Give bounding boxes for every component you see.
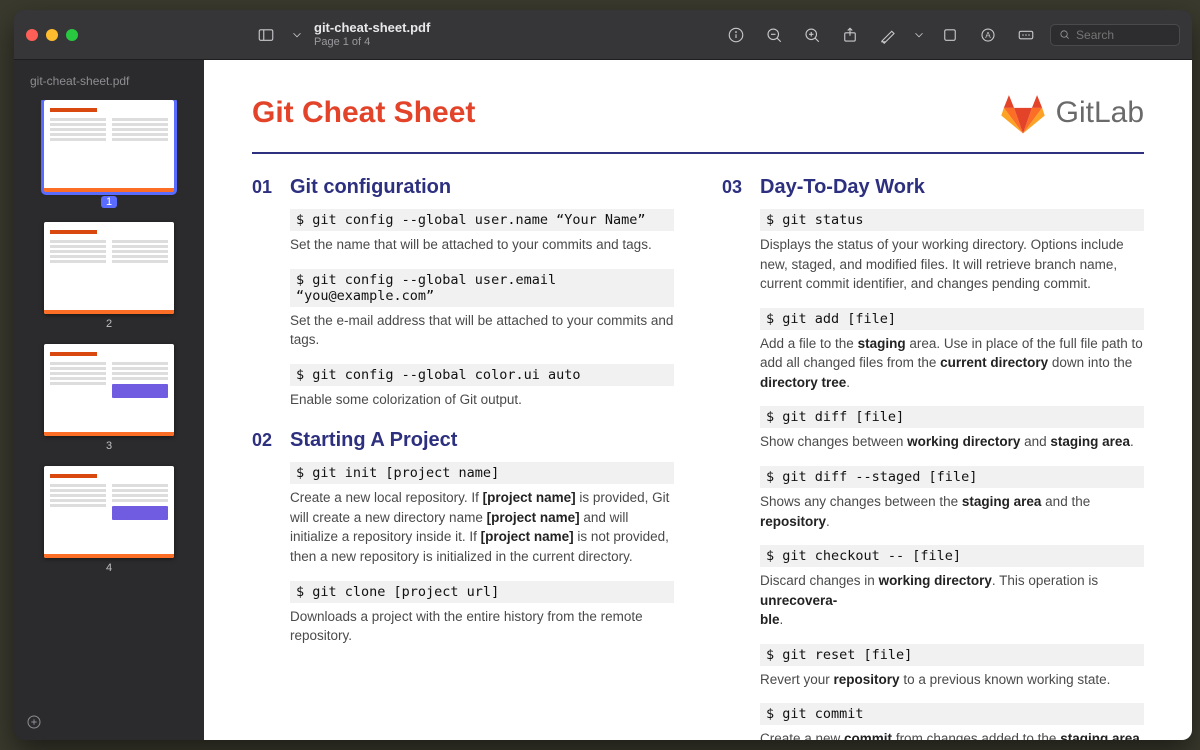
document-viewport[interactable]: Git Cheat Sheet GitLab <box>204 60 1192 740</box>
section-title: Starting A Project <box>290 429 457 452</box>
command-item: $ git commit Create a new commit from cha… <box>760 703 1144 740</box>
command-item: $ git checkout -- [file] Discard changes … <box>760 545 1144 630</box>
zoom-out-button[interactable] <box>760 21 788 49</box>
command-item: $ git config --global user.email “you@ex… <box>290 269 674 350</box>
share-button[interactable] <box>836 21 864 49</box>
command-code: $ git reset [file] <box>760 644 1144 666</box>
form-fill-button[interactable] <box>1012 21 1040 49</box>
maximize-window-button[interactable] <box>66 29 78 41</box>
document-filename: git-cheat-sheet.pdf <box>314 20 430 36</box>
thumbnail-label: 4 <box>106 562 112 574</box>
view-mode-dropdown[interactable] <box>290 21 304 49</box>
document-title-block: git-cheat-sheet.pdf Page 1 of 4 <box>314 20 430 49</box>
brand: GitLab <box>1000 90 1144 136</box>
command-description: Enable some colorization of Git output. <box>290 390 674 410</box>
search-field[interactable] <box>1050 24 1180 46</box>
section-number: 03 <box>722 177 748 198</box>
add-page-button[interactable] <box>24 712 44 732</box>
command-description: Set the name that will be attached to yo… <box>290 235 674 255</box>
markup-button[interactable] <box>874 21 902 49</box>
toolbar: git-cheat-sheet.pdf Page 1 of 4 A <box>14 10 1192 60</box>
thumbnail-page-1[interactable]: 1 <box>44 100 174 208</box>
section-03: 03 Day-To-Day Work $ git status Displays th… <box>722 176 1144 740</box>
command-code: $ git status <box>760 209 1144 231</box>
thumbnail-page-2[interactable]: 2 <box>44 222 174 330</box>
page-1: Git Cheat Sheet GitLab <box>204 60 1192 740</box>
search-input[interactable] <box>1076 28 1171 42</box>
content-columns: 01 Git configuration $ git config --global… <box>252 176 1144 740</box>
command-item: $ git clone [project url] Downloads a pro… <box>290 581 674 646</box>
svg-text:A: A <box>985 31 991 40</box>
search-icon <box>1059 28 1070 41</box>
section-number: 02 <box>252 430 278 451</box>
left-column: 01 Git configuration $ git config --global… <box>252 176 674 740</box>
section-01: 01 Git configuration $ git config --global… <box>252 176 674 409</box>
command-description: Downloads a project with the entire hist… <box>290 607 674 646</box>
command-description: Add a file to the staging area. Use in p… <box>760 334 1144 393</box>
command-code: $ git clone [project url] <box>290 581 674 603</box>
thumbnail-label: 2 <box>106 318 112 330</box>
brand-name: GitLab <box>1056 96 1144 130</box>
thumbnail-label: 1 <box>101 196 117 208</box>
section-02: 02 Starting A Project $ git init [project … <box>252 429 674 645</box>
command-code: $ git commit <box>760 703 1144 725</box>
command-item: $ git add [file] Add a file to the stagin… <box>760 308 1144 393</box>
app-window: git-cheat-sheet.pdf Page 1 of 4 A <box>14 10 1192 740</box>
command-item: $ git config --global color.ui auto Enabl… <box>290 364 674 410</box>
right-column: 03 Day-To-Day Work $ git status Displays th… <box>722 176 1144 740</box>
command-description: Show changes between working directory a… <box>760 432 1144 452</box>
page-indicator: Page 1 of 4 <box>314 36 430 49</box>
minimize-window-button[interactable] <box>46 29 58 41</box>
command-item: $ git reset [file] Revert your repository… <box>760 644 1144 690</box>
section-number: 01 <box>252 177 278 198</box>
command-code: $ git add [file] <box>760 308 1144 330</box>
markup-dropdown[interactable] <box>912 21 926 49</box>
section-title: Day-To-Day Work <box>760 176 925 199</box>
rotate-button[interactable] <box>936 21 964 49</box>
section-title: Git configuration <box>290 176 451 199</box>
command-description: Displays the status of your working dire… <box>760 235 1144 294</box>
sidebar-toggle-button[interactable] <box>252 21 280 49</box>
command-item: $ git init [project name] Create a new lo… <box>290 462 674 566</box>
command-code: $ git checkout -- [file] <box>760 545 1144 567</box>
gitlab-logo-icon <box>1000 90 1046 136</box>
command-code: $ git diff [file] <box>760 406 1144 428</box>
main-body: git-cheat-sheet.pdf 1 2 3 4 Git Cheat Sheet <box>14 60 1192 740</box>
command-code: $ git init [project name] <box>290 462 674 484</box>
command-item: $ git config --global user.name “Your Na… <box>290 209 674 255</box>
close-window-button[interactable] <box>26 29 38 41</box>
thumbnail-label: 3 <box>106 440 112 452</box>
command-code: $ git diff --staged [file] <box>760 466 1144 488</box>
command-item: $ git diff --staged [file] Shows any chan… <box>760 466 1144 531</box>
command-code: $ git config --global color.ui auto <box>290 364 674 386</box>
thumbnail-list: 1 2 3 4 <box>26 100 192 574</box>
command-description: Revert your repository to a previous kno… <box>760 670 1144 690</box>
command-description: Shows any changes between the staging ar… <box>760 492 1144 531</box>
command-code: $ git config --global user.email “you@ex… <box>290 269 674 307</box>
command-description: Discard changes in working directory. Th… <box>760 571 1144 630</box>
zoom-in-button[interactable] <box>798 21 826 49</box>
highlight-button[interactable]: A <box>974 21 1002 49</box>
thumbnail-page-3[interactable]: 3 <box>44 344 174 452</box>
thumbnail-page-4[interactable]: 4 <box>44 466 174 574</box>
page-header: Git Cheat Sheet GitLab <box>252 90 1144 154</box>
command-item: $ git diff [file] Show changes between wo… <box>760 406 1144 452</box>
window-controls <box>26 29 78 41</box>
command-description: Create a new commit from changes added t… <box>760 729 1144 740</box>
command-description: Create a new local repository. If [proje… <box>290 488 674 566</box>
thumbnail-sidebar: git-cheat-sheet.pdf 1 2 3 4 <box>14 60 204 740</box>
sidebar-filename: git-cheat-sheet.pdf <box>26 74 192 90</box>
command-item: $ git status Displays the status of your … <box>760 209 1144 294</box>
command-description: Set the e-mail address that will be atta… <box>290 311 674 350</box>
page-title: Git Cheat Sheet <box>252 96 475 130</box>
info-button[interactable] <box>722 21 750 49</box>
command-code: $ git config --global user.name “Your Na… <box>290 209 674 231</box>
